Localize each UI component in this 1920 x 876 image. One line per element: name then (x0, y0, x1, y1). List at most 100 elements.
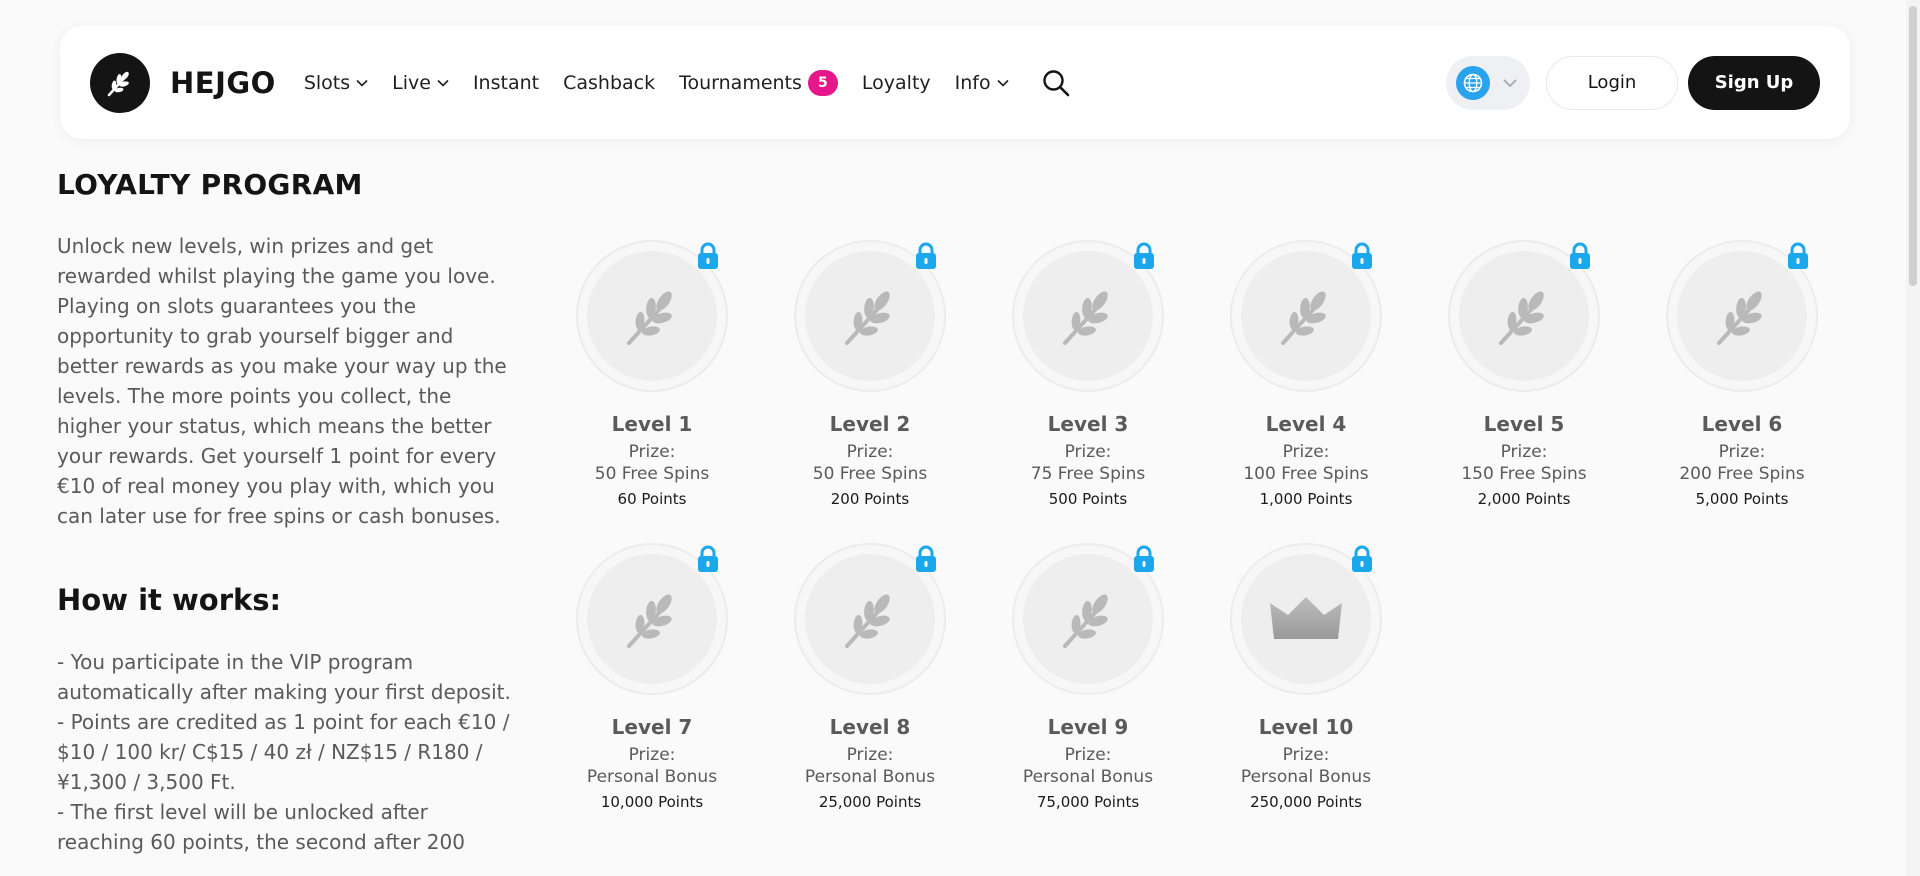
level-prize-label: Prize: (1500, 442, 1548, 462)
crown-icon (1241, 554, 1371, 684)
level-prize: 100 Free Spins (1243, 464, 1369, 484)
site-header: HEJGO Slots Live Instant Cashback Tourna… (60, 26, 1850, 139)
intro-text: Unlock new levels, win prizes and get re… (57, 234, 507, 528)
level-points: 500 Points (1048, 490, 1128, 508)
level-points: 1,000 Points (1259, 490, 1353, 508)
level-medal (1448, 240, 1600, 392)
level-name: Level 7 (611, 715, 693, 739)
level-medal (1012, 240, 1164, 392)
level-prize-label: Prize: (1282, 745, 1330, 765)
level-name: Level 4 (1265, 412, 1347, 436)
nav-live-label: Live (392, 71, 431, 94)
level-prize: 50 Free Spins (594, 464, 710, 484)
level-prize: 50 Free Spins (812, 464, 928, 484)
how-it-works-body: - You participate in the VIP program aut… (57, 647, 512, 857)
level-card[interactable]: Level 8 Prize: Personal Bonus 25,000 Points (790, 543, 950, 811)
header-actions: Login Sign Up (1446, 55, 1820, 110)
level-card[interactable]: Level 4 Prize: 100 Free Spins 1,000 Points (1226, 240, 1386, 508)
nav-slots[interactable]: Slots (304, 72, 368, 94)
leaf-icon (1241, 251, 1371, 381)
level-prize-label: Prize: (1064, 745, 1112, 765)
leaf-icon (1459, 251, 1589, 381)
level-prize: 200 Free Spins (1679, 464, 1805, 484)
chevron-down-icon (1503, 78, 1517, 87)
tournaments-count-badge: 5 (807, 69, 838, 96)
level-prize: 75 Free Spins (1030, 464, 1146, 484)
level-card[interactable]: Level 6 Prize: 200 Free Spins 5,000 Points (1662, 240, 1822, 508)
scrollbar-thumb[interactable] (1909, 6, 1917, 286)
nav-instant-label: Instant (472, 71, 540, 94)
level-name: Level 6 (1701, 412, 1783, 436)
signup-button[interactable]: Sign Up (1688, 55, 1820, 110)
level-prize: 150 Free Spins (1461, 464, 1587, 484)
nav-instant[interactable]: Instant (473, 72, 539, 94)
level-medal (794, 543, 946, 695)
brand-logo[interactable] (90, 52, 150, 113)
lock-icon (914, 545, 938, 573)
main-nav: Slots Live Instant Cashback Tournaments … (304, 68, 1071, 98)
how-it-works-line: - You participate in the VIP program aut… (57, 650, 511, 704)
nav-live[interactable]: Live (392, 72, 449, 94)
nav-slots-label: Slots (303, 71, 351, 94)
nav-info-label: Info (954, 71, 991, 94)
loyalty-description: LOYALTY PROGRAM Unlock new levels, win p… (57, 168, 512, 857)
nav-info[interactable]: Info (955, 72, 1009, 94)
nav-loyalty[interactable]: Loyalty (862, 72, 931, 94)
leaf-icon (1023, 251, 1153, 381)
lock-icon (1786, 242, 1810, 270)
nav-tournaments-label: Tournaments (679, 71, 802, 94)
level-name: Level 5 (1483, 412, 1565, 436)
level-prize: Personal Bonus (1240, 767, 1372, 787)
how-it-works-line: - The first level will be unlocked after… (57, 800, 465, 854)
level-name: Level 3 (1047, 412, 1129, 436)
level-medal (1012, 543, 1164, 695)
chevron-down-icon (356, 79, 368, 87)
level-medal (576, 240, 728, 392)
level-card[interactable]: Level 9 Prize: Personal Bonus 75,000 Points (1008, 543, 1168, 811)
chevron-down-icon (997, 79, 1009, 87)
level-card[interactable]: Level 3 Prize: 75 Free Spins 500 Points (1008, 240, 1168, 508)
level-prize: Personal Bonus (586, 767, 718, 787)
level-prize-label: Prize: (1064, 442, 1112, 462)
search-icon[interactable] (1041, 68, 1071, 98)
level-name: Level 1 (611, 412, 693, 436)
level-medal (1666, 240, 1818, 392)
lock-icon (914, 242, 938, 270)
nav-cashback[interactable]: Cashback (563, 72, 655, 94)
level-card[interactable]: Level 2 Prize: 50 Free Spins 200 Points (790, 240, 950, 508)
level-prize-label: Prize: (1718, 442, 1766, 462)
login-button[interactable]: Login (1546, 55, 1678, 110)
page-scrollbar[interactable] (1906, 0, 1920, 876)
level-points: 250,000 Points (1250, 793, 1362, 811)
level-card[interactable]: Level 10 Prize: Personal Bonus 250,000 Poin… (1226, 543, 1386, 811)
language-selector[interactable] (1446, 55, 1530, 110)
brand-name[interactable]: HEJGO (170, 66, 276, 100)
level-card[interactable]: Level 7 Prize: Personal Bonus 10,000 Points (572, 543, 732, 811)
leaf-icon (1023, 554, 1153, 684)
level-prize-label: Prize: (1282, 442, 1330, 462)
level-prize-label: Prize: (846, 745, 894, 765)
how-it-works-line: - Points are credited as 1 point for eac… (57, 710, 510, 794)
nav-tournaments[interactable]: Tournaments 5 (679, 69, 838, 96)
level-name: Level 2 (829, 412, 911, 436)
level-prize-label: Prize: (628, 442, 676, 462)
level-card[interactable]: Level 1 Prize: 50 Free Spins 60 Points (572, 240, 732, 508)
level-points: 2,000 Points (1477, 490, 1571, 508)
level-medal (1230, 240, 1382, 392)
level-prize-label: Prize: (628, 745, 676, 765)
level-prize: Personal Bonus (804, 767, 936, 787)
level-prize-label: Prize: (846, 442, 894, 462)
globe-icon (1456, 65, 1490, 100)
nav-cashback-label: Cashback (563, 71, 656, 94)
level-card[interactable]: Level 5 Prize: 150 Free Spins 2,000 Points (1444, 240, 1604, 508)
level-points: 25,000 Points (818, 793, 922, 811)
lock-icon (696, 545, 720, 573)
level-medal (576, 543, 728, 695)
level-prize: Personal Bonus (1022, 767, 1154, 787)
lock-icon (1132, 545, 1156, 573)
level-points: 200 Points (830, 490, 910, 508)
leaf-icon (805, 251, 935, 381)
nav-loyalty-label: Loyalty (861, 71, 931, 94)
leaf-icon (587, 554, 717, 684)
lock-icon (1132, 242, 1156, 270)
